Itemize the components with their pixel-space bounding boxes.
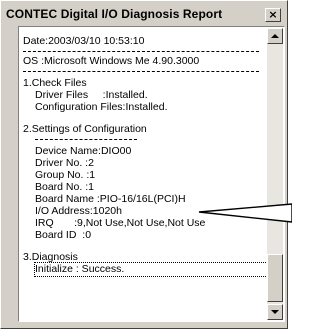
separator (23, 71, 259, 72)
window-title: CONTEC Digital I/O Diagnosis Report (6, 7, 223, 21)
report-date: Date:2003/03/10 10:53:10 (23, 35, 145, 47)
close-icon: × (268, 8, 278, 21)
title-bar[interactable]: CONTEC Digital I/O Diagnosis Report × (3, 3, 285, 25)
close-button[interactable]: × (265, 8, 281, 22)
separator (35, 139, 137, 140)
initialize-result: Initialize : Success. (34, 262, 272, 277)
separator (23, 51, 259, 52)
scroll-up-arrow-icon (271, 34, 279, 38)
report-os: OS :Microsoft Windows Me 4.90.3000 (23, 55, 200, 67)
scroll-up-button[interactable] (267, 28, 283, 44)
board-id: Board ID :0 (35, 229, 92, 241)
scroll-thumb[interactable] (267, 254, 283, 302)
vertical-scrollbar[interactable] (267, 28, 283, 320)
report-text-area[interactable]: Date:2003/03/10 10:53:10 OS :Microsoft W… (18, 26, 285, 322)
scroll-down-button[interactable] (267, 304, 283, 320)
report-window: CONTEC Digital I/O Diagnosis Report × Da… (0, 0, 288, 329)
settings-heading: 2.Settings of Configuration (23, 123, 147, 135)
scroll-down-arrow-icon (271, 310, 279, 314)
config-files-status: Configuration Files:Installed. (35, 101, 168, 113)
